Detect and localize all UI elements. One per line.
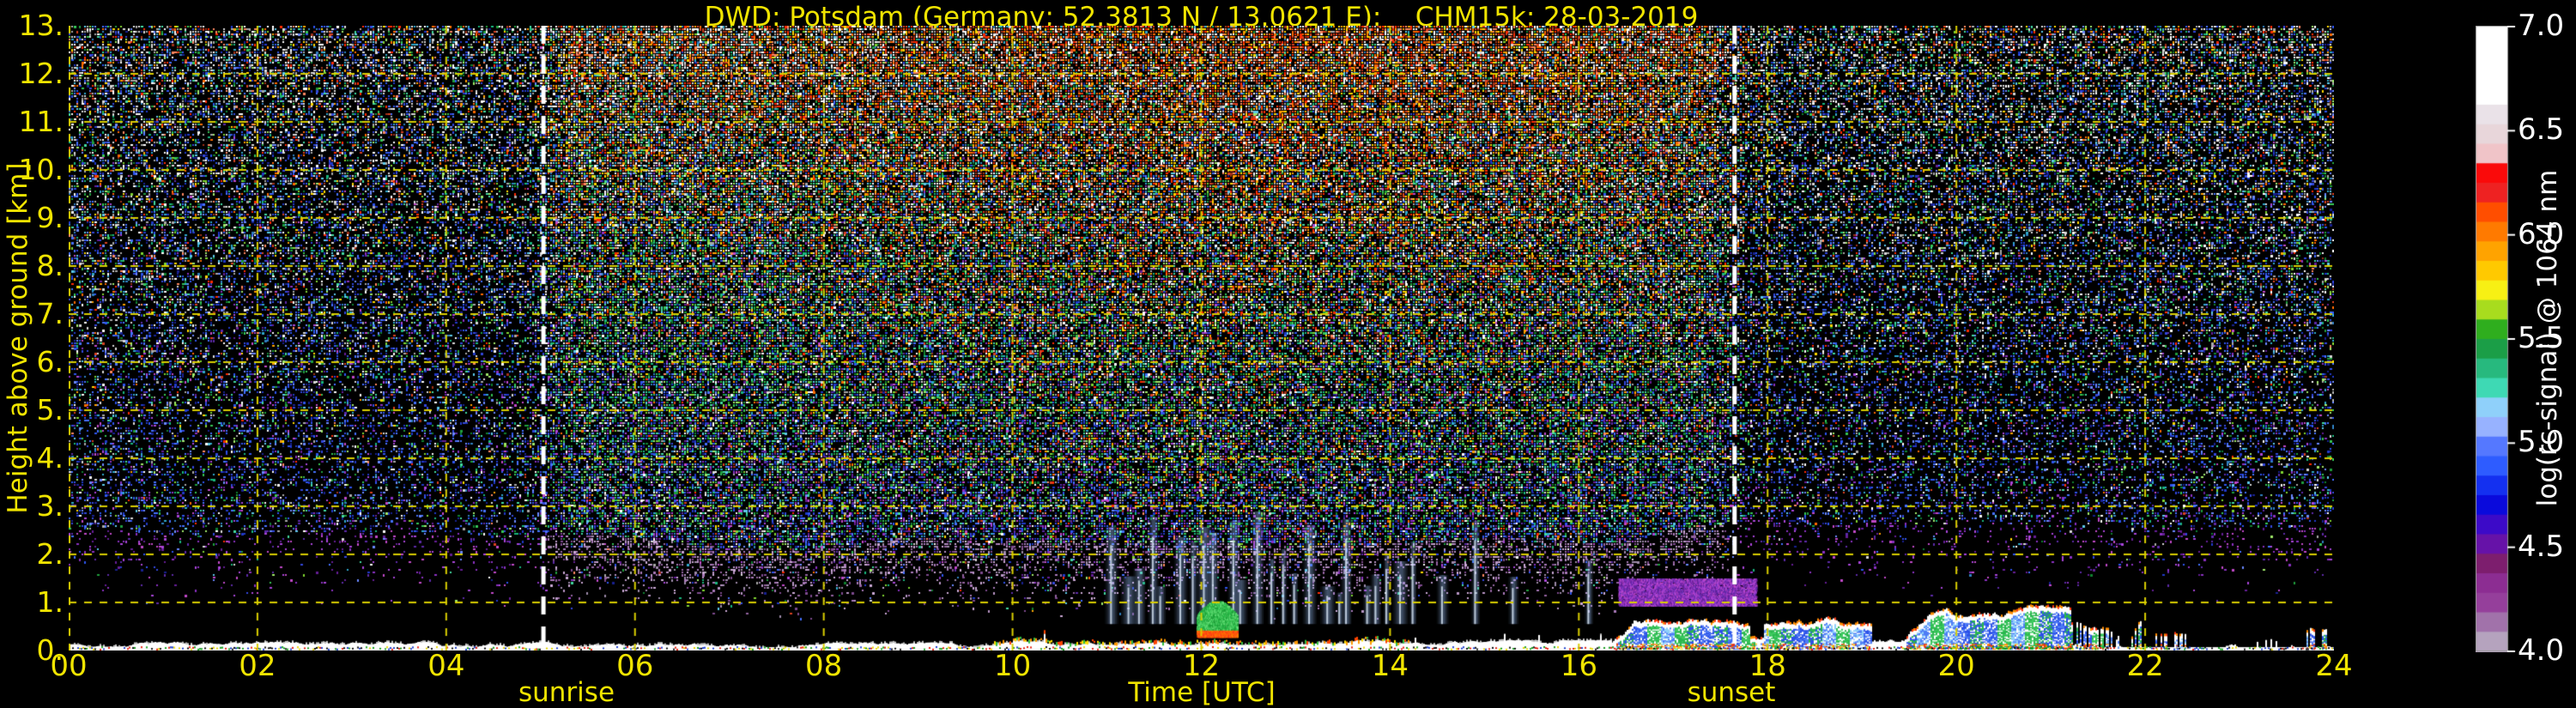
y-tick-label: 7. xyxy=(36,297,64,330)
colorbar-tick-label: 5.0 xyxy=(2518,425,2565,460)
x-tick-label: 04 xyxy=(427,649,465,683)
x-tick-label: 10 xyxy=(993,649,1032,683)
sunset-annotation: sunset xyxy=(1687,677,1776,708)
colorbar-tick-label: 7.0 xyxy=(2518,9,2565,43)
y-tick-label: 5. xyxy=(36,393,64,427)
y-tick-label: 8. xyxy=(36,249,64,282)
y-tick-label: 11. xyxy=(18,105,64,138)
ceilometer-heatmap xyxy=(69,26,2334,651)
x-tick-label: 16 xyxy=(1560,649,1597,683)
sunrise-annotation: sunrise xyxy=(518,677,615,708)
x-tick-label: 00 xyxy=(50,649,88,683)
colorbar-tick-label: 6.5 xyxy=(2518,112,2565,148)
y-tick-label: 6. xyxy=(36,345,64,378)
y-tick-label: 9. xyxy=(36,201,64,234)
y-tick-label: 3. xyxy=(36,489,64,523)
y-tick-label: 1. xyxy=(36,585,64,619)
y-axis-label: Height above ground [km] xyxy=(3,162,33,514)
x-tick-label: 22 xyxy=(2126,649,2164,683)
colorbar xyxy=(2476,26,2516,652)
colorbar-tick-label: 5.5 xyxy=(2518,321,2565,355)
x-tick-label: 24 xyxy=(2315,649,2353,683)
colorbar-tick-label: 4.5 xyxy=(2518,529,2565,564)
y-tick-label: 13. xyxy=(18,9,64,42)
x-tick-label: 08 xyxy=(805,649,843,683)
y-tick-label: 12. xyxy=(18,57,64,90)
y-tick-label: 2. xyxy=(36,537,64,571)
x-tick-label: 12 xyxy=(1182,649,1221,683)
colorbar-tick-label: 4.0 xyxy=(2518,633,2565,668)
y-tick-label: 4. xyxy=(36,441,64,475)
colorbar-tick-label: 6.0 xyxy=(2518,216,2565,251)
x-tick-label: 14 xyxy=(1371,649,1409,683)
x-tick-label: 02 xyxy=(239,649,276,683)
x-tick-label: 20 xyxy=(1937,649,1975,683)
y-tick-label: 10. xyxy=(18,153,64,186)
